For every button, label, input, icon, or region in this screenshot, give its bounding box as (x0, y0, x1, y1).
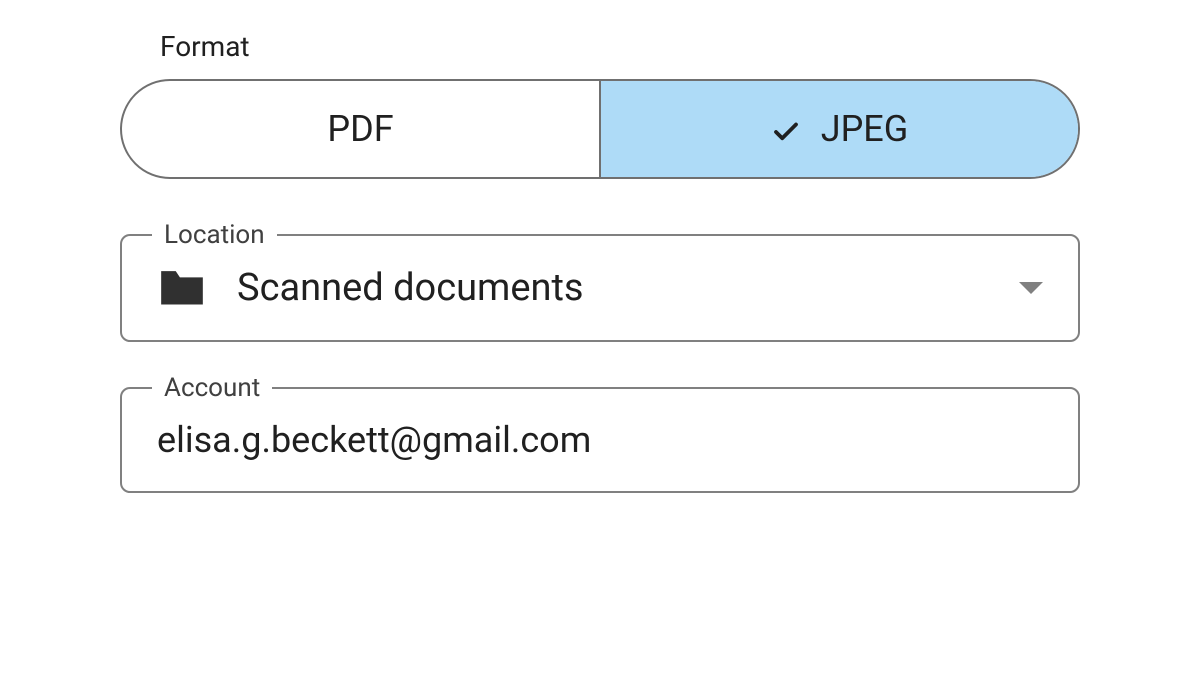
account-legend: Account (152, 373, 272, 403)
format-jpeg-label: JPEG (821, 108, 909, 150)
format-option-pdf[interactable]: PDF (122, 81, 601, 177)
location-legend: Location (152, 220, 277, 250)
check-icon (771, 114, 801, 144)
format-segmented-control: PDF JPEG (120, 79, 1080, 179)
dropdown-arrow-icon (1019, 282, 1043, 294)
account-field[interactable]: Account elisa.g.beckett@gmail.com (120, 387, 1080, 493)
account-value: elisa.g.beckett@gmail.com (157, 419, 1043, 461)
location-value: Scanned documents (237, 266, 989, 310)
folder-icon (157, 267, 207, 309)
format-option-jpeg[interactable]: JPEG (601, 81, 1078, 177)
location-field[interactable]: Location Scanned documents (120, 234, 1080, 342)
format-pdf-label: PDF (327, 108, 393, 150)
format-label: Format (120, 30, 1080, 63)
